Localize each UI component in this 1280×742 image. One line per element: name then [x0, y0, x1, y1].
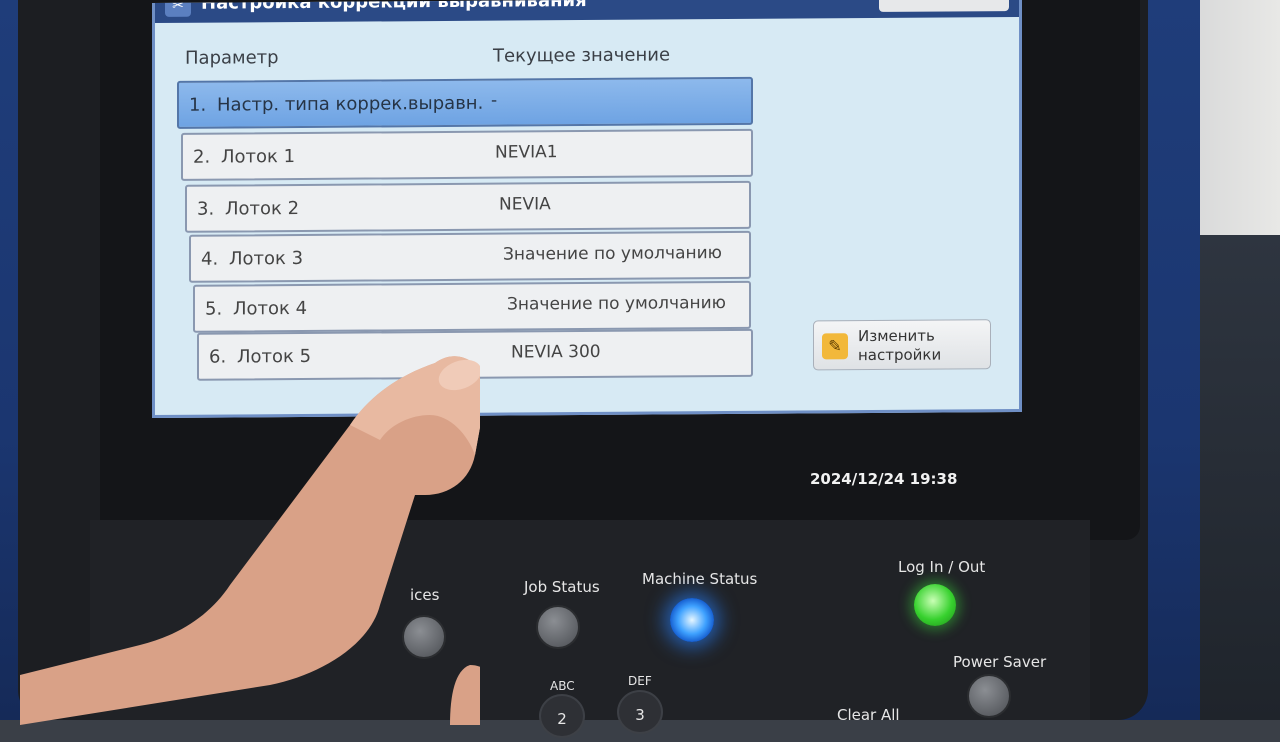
row-number: 2. — [193, 146, 211, 168]
row-number: 4. — [201, 248, 219, 270]
services-label: ices — [410, 586, 440, 604]
close-button[interactable] — [879, 0, 1009, 12]
key-2-digit: 2 — [557, 710, 567, 728]
row-number: 3. — [197, 198, 215, 220]
services-home-button[interactable] — [248, 620, 292, 664]
job-status-button[interactable] — [536, 605, 580, 649]
row-number: 6. — [209, 346, 227, 368]
date-time: 2024/12/24 19:38 — [810, 470, 958, 488]
list-item[interactable]: 4. Лоток 3 Значение по умолчанию — [189, 230, 751, 283]
key-2-letters: ABC — [550, 679, 575, 693]
key-2-button[interactable]: 2 — [539, 694, 585, 738]
power-saver-button[interactable] — [967, 674, 1011, 718]
title-bar: ✂ Настройка коррекции выравнивания — [155, 0, 1019, 24]
column-header-param: Параметр — [185, 47, 279, 69]
row-value: - — [491, 90, 498, 111]
pencil-icon: ✎ — [822, 333, 848, 360]
key-3-button[interactable]: 3 — [617, 690, 663, 734]
row-label: Настр. типа коррек.выравн. — [217, 92, 484, 116]
row-value: NEVIA — [499, 194, 551, 215]
row-label: Лоток 5 — [237, 345, 312, 368]
row-number: 5. — [205, 298, 223, 320]
list-item[interactable]: 2. Лоток 1 NEVIA1 — [181, 128, 753, 181]
power-saver-label: Power Saver — [953, 653, 1047, 671]
edit-settings-button[interactable]: ✎ Изменить настройки — [813, 319, 991, 371]
list-item[interactable]: 6. Лоток 5 NEVIA 300 — [197, 328, 753, 381]
column-header-value: Текущее значение — [493, 44, 671, 67]
services-button[interactable] — [402, 615, 446, 659]
touch-screen: ✂ Настройка коррекции выравнивания Парам… — [152, 0, 1022, 419]
row-label: Лоток 4 — [233, 297, 308, 320]
list-item[interactable]: 1. Настр. типа коррек.выравн. - — [177, 76, 753, 129]
machine-status-button[interactable] — [670, 598, 714, 642]
list-item[interactable]: 3. Лоток 2 NEVIA — [185, 180, 751, 233]
row-value: NEVIA1 — [495, 142, 558, 163]
row-value: Значение по умолчанию — [507, 293, 726, 315]
job-status-label: Job Status — [524, 578, 600, 596]
services-home-label: Services Ho — [224, 592, 313, 610]
edit-settings-line2: настройки — [858, 345, 942, 365]
tool-icon: ✂ — [165, 0, 191, 17]
machine-status-label: Machine Status — [642, 570, 758, 588]
key-3-letters: DEF — [628, 674, 652, 688]
key-3-digit: 3 — [635, 706, 645, 724]
list-item[interactable]: 5. Лоток 4 Значение по умолчанию — [193, 280, 751, 333]
screen-title: Настройка коррекции выравнивания — [201, 0, 587, 14]
row-label: Лоток 3 — [229, 247, 304, 270]
row-label: Лоток 1 — [221, 146, 296, 168]
row-label: Лоток 2 — [225, 198, 300, 220]
edit-settings-label: Изменить настройки — [858, 327, 941, 366]
row-number: 1. — [189, 94, 207, 116]
edit-settings-line1: Изменить — [858, 326, 935, 346]
log-in-out-label: Log In / Out — [898, 558, 986, 576]
row-value: NEVIA 300 — [511, 341, 601, 363]
settings-list: 1. Настр. типа коррек.выравн. - 2. Лоток… — [177, 76, 757, 381]
clear-all-label: Clear All — [837, 706, 900, 724]
row-value: Значение по умолчанию — [503, 243, 722, 265]
log-in-out-button[interactable] — [914, 584, 956, 626]
